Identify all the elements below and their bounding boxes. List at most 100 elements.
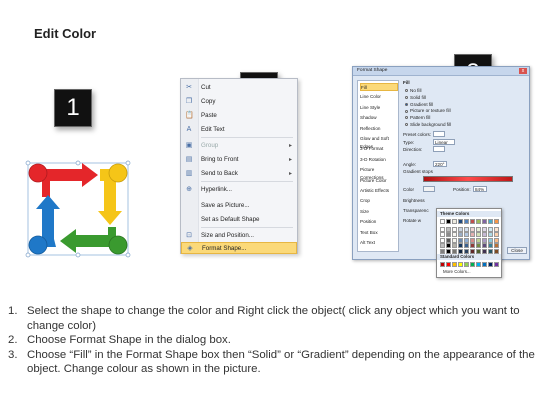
theme-color-swatch[interactable] [452,219,457,224]
theme-color-swatch[interactable] [488,232,493,237]
more-colors-option[interactable]: More Colors... [443,269,471,274]
theme-color-swatch[interactable] [482,243,487,248]
theme-color-swatch[interactable] [470,243,475,248]
category-reflection[interactable]: Reflection [360,125,398,133]
theme-color-swatch[interactable] [446,232,451,237]
theme-color-swatch[interactable] [482,237,487,243]
menu-item-set-as-default-shape[interactable]: Set as Default Shape [181,214,297,226]
category-shadow[interactable]: Shadow [360,114,398,122]
theme-color-swatch[interactable] [446,226,451,232]
theme-color-swatch[interactable] [452,243,457,248]
theme-color-swatch[interactable] [446,237,451,243]
theme-color-swatch[interactable] [440,219,445,224]
theme-color-swatch[interactable] [470,226,475,232]
theme-color-swatch[interactable] [464,248,469,254]
position-input[interactable]: 84% [473,186,487,192]
menu-item-bring-to-front[interactable]: ▤ Bring to Front ▸ [181,154,297,166]
theme-color-swatch[interactable] [470,237,475,243]
theme-color-swatch[interactable] [476,237,481,243]
standard-color-swatch[interactable] [440,262,445,267]
theme-color-swatch[interactable] [488,248,493,254]
category-crop[interactable]: Crop [360,197,398,205]
theme-color-swatch[interactable] [458,219,463,224]
menu-item-format-shape[interactable]: ◈ Format Shape... [181,242,297,254]
dialog-close-button[interactable]: x [519,68,527,74]
dialog-close-bottom-button[interactable]: Close [507,247,527,254]
theme-color-swatch[interactable] [440,226,445,232]
theme-color-swatch[interactable] [476,226,481,232]
theme-color-swatch[interactable] [440,232,445,237]
theme-color-swatch[interactable] [488,243,493,248]
theme-color-swatch[interactable] [482,232,487,237]
theme-color-swatch[interactable] [446,248,451,254]
fill-option-gradient-fill[interactable]: Gradient fill [405,102,433,107]
theme-color-swatch[interactable] [464,232,469,237]
selected-arrow-shape[interactable] [20,151,140,265]
standard-color-swatch[interactable] [476,262,481,267]
category-fill[interactable]: Fill [360,83,398,91]
category-line-style[interactable]: Line Style [360,104,398,112]
theme-color-swatch[interactable] [476,243,481,248]
theme-color-swatch[interactable] [476,232,481,237]
menu-item-send-to-back[interactable]: ▥ Send to Back ▸ [181,168,297,180]
theme-color-swatch[interactable] [488,226,493,232]
rotate-checkbox-label[interactable]: Rotate w [403,218,421,223]
theme-color-swatch[interactable] [470,232,475,237]
preset-colors-dropdown[interactable] [433,131,445,137]
standard-color-swatch[interactable] [488,262,493,267]
category-size[interactable]: Size [360,208,398,216]
theme-color-swatch[interactable] [452,226,457,232]
standard-color-swatch[interactable] [482,262,487,267]
menu-item-cut[interactable]: ✂ Cut [181,82,297,94]
theme-color-swatch[interactable] [482,226,487,232]
theme-color-swatch[interactable] [464,243,469,248]
theme-color-swatch[interactable] [494,232,499,237]
menu-item-edit-text[interactable]: A Edit Text [181,124,297,136]
menu-item-size-and-position[interactable]: ⊡ Size and Position... [181,230,297,242]
theme-color-swatch[interactable] [458,237,463,243]
theme-color-swatch[interactable] [452,232,457,237]
category-3-d-format[interactable]: 3-D Format [360,145,398,153]
theme-color-swatch[interactable] [458,243,463,248]
category-picture-color[interactable]: Picture Color [360,177,398,185]
type-dropdown[interactable]: Linear [433,139,455,145]
theme-color-swatch[interactable] [440,248,445,254]
theme-color-swatch[interactable] [476,248,481,254]
fill-option-slide-background-fill[interactable]: Slide background fill [405,122,451,127]
direction-dropdown[interactable] [433,146,445,152]
theme-color-swatch[interactable] [458,232,463,237]
theme-color-swatch[interactable] [488,219,493,224]
theme-color-swatch[interactable] [452,248,457,254]
menu-item-paste[interactable]: 📋 Paste [181,110,297,122]
category-picture-corrections[interactable]: Picture Corrections [360,166,398,180]
theme-color-swatch[interactable] [476,219,481,224]
fill-option-solid-fill[interactable]: Solid fill [405,95,426,100]
theme-color-swatch[interactable] [494,226,499,232]
standard-color-swatch[interactable] [452,262,457,267]
category-line-color[interactable]: Line Color [360,93,398,101]
standard-color-swatch[interactable] [470,262,475,267]
color-picker-button[interactable] [423,186,435,192]
gradient-stops-bar[interactable] [423,176,513,182]
theme-color-swatch[interactable] [440,243,445,248]
standard-color-swatch[interactable] [458,262,463,267]
standard-color-swatch[interactable] [464,262,469,267]
theme-color-swatch[interactable] [470,219,475,224]
theme-color-swatch[interactable] [446,219,451,224]
menu-item-hyperlink[interactable]: ⊕ Hyperlink... [181,184,297,196]
category-alt-text[interactable]: Alt Text [360,239,398,247]
category-text-box[interactable]: Text Box [360,229,398,237]
theme-color-swatch[interactable] [458,248,463,254]
theme-color-swatch[interactable] [494,219,499,224]
menu-item-group[interactable]: ▣ Group ▸ [181,140,297,152]
theme-color-swatch[interactable] [452,237,457,243]
category-position[interactable]: Position [360,218,398,226]
menu-item-save-as-picture[interactable]: Save as Picture... [181,200,297,212]
theme-color-swatch[interactable] [482,248,487,254]
angle-input[interactable]: 220° [433,161,447,167]
theme-color-swatch[interactable] [464,237,469,243]
theme-color-swatch[interactable] [494,243,499,248]
standard-color-swatch[interactable] [494,262,499,267]
theme-color-swatch[interactable] [494,237,499,243]
fill-option-pattern-fill[interactable]: Pattern fill [405,115,430,120]
